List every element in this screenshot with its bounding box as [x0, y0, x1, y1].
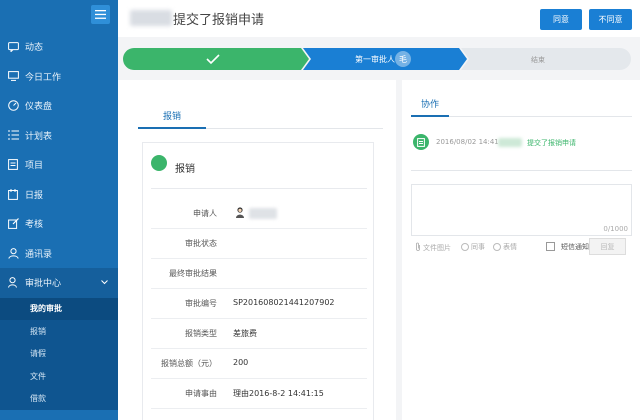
chevron-down-icon: [101, 278, 108, 288]
attach-file-button[interactable]: 文件图片: [415, 242, 451, 253]
sidebar-item-label: 计划表: [25, 131, 53, 142]
submenu-item-loan[interactable]: 借款: [0, 388, 118, 411]
sidebar-item-daily[interactable]: 日报: [0, 180, 118, 210]
document-icon: [7, 159, 19, 171]
field-value: 差旅费: [233, 329, 257, 338]
log-timestamp: 2016/08/02 14:41: [436, 138, 499, 146]
form-panel: 报销 报销 申请人 审批状态 最终审批结果 审批编号 SP20160802144…: [118, 80, 396, 420]
tab-collaboration[interactable]: 协作: [411, 97, 449, 117]
field-approval-number: 审批编号 SP201608021441207902: [151, 289, 367, 319]
field-label: 申请事由: [185, 389, 217, 398]
sidebar-item-contacts[interactable]: 通讯录: [0, 239, 118, 269]
daily-icon: [7, 188, 19, 200]
sidebar-item-label: 考核: [25, 220, 44, 231]
sidebar-nav: 动态 今日工作 仪表盘 计划表 项目 日报 考核 通讯录 审批中心 我的审批 报…: [0, 32, 118, 410]
monitor-icon: [7, 70, 19, 82]
log-action: 提交了报销申请: [527, 139, 576, 147]
dashboard-icon: [7, 100, 19, 112]
log-user-redacted: [498, 138, 522, 147]
field-value: 200: [233, 358, 249, 367]
card-title: 报销: [175, 164, 195, 175]
sidebar: 动态 今日工作 仪表盘 计划表 项目 日报 考核 通讯录 审批中心 我的审批 报…: [0, 0, 118, 420]
progress-step-label-end: 结束: [531, 55, 545, 64]
page-title: 提交了报销申请: [173, 13, 265, 28]
document-icon: [413, 134, 429, 150]
field-label: 最终审批结果: [169, 269, 217, 278]
menu-toggle-button[interactable]: [91, 5, 110, 24]
submenu-item-my-approvals[interactable]: 我的审批: [0, 297, 118, 320]
at-icon: [461, 243, 469, 251]
hamburger-icon: [95, 10, 106, 19]
applicant-name-redacted: [249, 208, 277, 219]
field-label: 审批状态: [185, 239, 217, 248]
sidebar-item-project[interactable]: 项目: [0, 150, 118, 180]
sidebar-item-plan[interactable]: 计划表: [0, 121, 118, 151]
sidebar-item-today[interactable]: 今日工作: [0, 62, 118, 92]
agree-button[interactable]: 同意: [540, 9, 582, 30]
char-counter: 0/1000: [603, 225, 628, 233]
sidebar-item-label: 项目: [25, 161, 44, 172]
sidebar-item-approval[interactable]: 审批中心: [0, 268, 118, 298]
user-icon: [7, 247, 19, 259]
page-header: 提交了报销申请 同意 不同意: [118, 0, 640, 37]
field-label: 报销总额（元）: [161, 359, 217, 368]
comment-toolbar: 文件图片 同事 表情 短信通知 回复: [411, 238, 632, 256]
edit-icon: [7, 218, 19, 230]
submenu-item-leave[interactable]: 请假: [0, 343, 118, 366]
form-tab-bar: 报销: [138, 107, 383, 129]
emoji-button[interactable]: 表情: [493, 242, 517, 252]
collab-tab-bar: 协作: [411, 97, 632, 117]
reply-button[interactable]: 回复: [589, 238, 626, 255]
submenu-item-file[interactable]: 文件: [0, 365, 118, 388]
avatar-icon: [236, 207, 244, 218]
field-reason: 申请事由 理由2016-8-2 14:41:15: [151, 379, 367, 409]
sidebar-item-label: 今日工作: [25, 72, 62, 83]
progress-step-label-current: 第一审批人: [355, 54, 395, 64]
smiley-icon: [493, 243, 501, 251]
card-header: 报销: [151, 153, 367, 189]
field-total-amount: 报销总额（元） 200: [151, 349, 367, 379]
form-type-icon: [151, 155, 167, 171]
sidebar-item-dashboard[interactable]: 仪表盘: [0, 91, 118, 121]
field-label: 审批编号: [185, 299, 217, 308]
form-card: 报销 申请人 审批状态 最终审批结果 审批编号 SP20160802144120…: [142, 142, 374, 420]
field-label: 申请人: [193, 209, 217, 218]
submenu-item-reimbursement[interactable]: 报销: [0, 320, 118, 343]
activity-log-entry: 2016/08/02 14:41 提交了报销申请: [411, 133, 632, 171]
field-reimbursement-type: 报销类型 差旅费: [151, 319, 367, 349]
sidebar-item-label: 动态: [25, 43, 44, 54]
mention-button[interactable]: 同事: [461, 242, 485, 252]
emoji-label: 表情: [503, 243, 517, 251]
approval-progress: 第一审批人 毛 结束: [123, 48, 631, 70]
field-label: 报销类型: [185, 329, 217, 338]
sms-notify-label: 短信通知: [561, 243, 589, 251]
sidebar-item-feed[interactable]: 动态: [0, 32, 118, 62]
chat-icon: [7, 41, 19, 53]
list-icon: [7, 129, 19, 141]
field-applicant: 申请人: [151, 199, 367, 229]
approval-submenu: 我的审批 报销 请假 文件 借款: [0, 297, 118, 411]
sidebar-item-label: 审批中心: [25, 279, 62, 290]
requester-name-redacted: [130, 10, 172, 26]
disagree-button[interactable]: 不同意: [589, 9, 632, 30]
approval-icon: [7, 277, 19, 289]
field-status: 审批状态: [151, 229, 367, 259]
progress-step-pending: [461, 48, 631, 70]
attach-file-label: 文件图片: [423, 243, 451, 252]
field-value: SP201608021441207902: [233, 298, 335, 307]
field-final-result: 最终审批结果: [151, 259, 367, 289]
paperclip-icon: [415, 242, 421, 253]
collab-panel: 协作 2016/08/02 14:41 提交了报销申请 0/1000 文件图片 …: [402, 80, 640, 420]
sms-notify-checkbox[interactable]: [546, 242, 555, 251]
sidebar-item-label: 仪表盘: [25, 102, 53, 113]
approver-badge: 毛: [399, 54, 407, 64]
sidebar-item-label: 通讯录: [25, 249, 53, 260]
field-value: 理由2016-8-2 14:41:15: [233, 389, 324, 398]
comment-textarea[interactable]: 0/1000: [411, 184, 632, 236]
sidebar-item-assessment[interactable]: 考核: [0, 209, 118, 239]
tab-reimbursement[interactable]: 报销: [138, 107, 206, 129]
progress-track: 第一审批人 毛 结束: [123, 48, 631, 70]
mention-label: 同事: [471, 243, 485, 251]
sidebar-item-label: 日报: [25, 190, 44, 201]
